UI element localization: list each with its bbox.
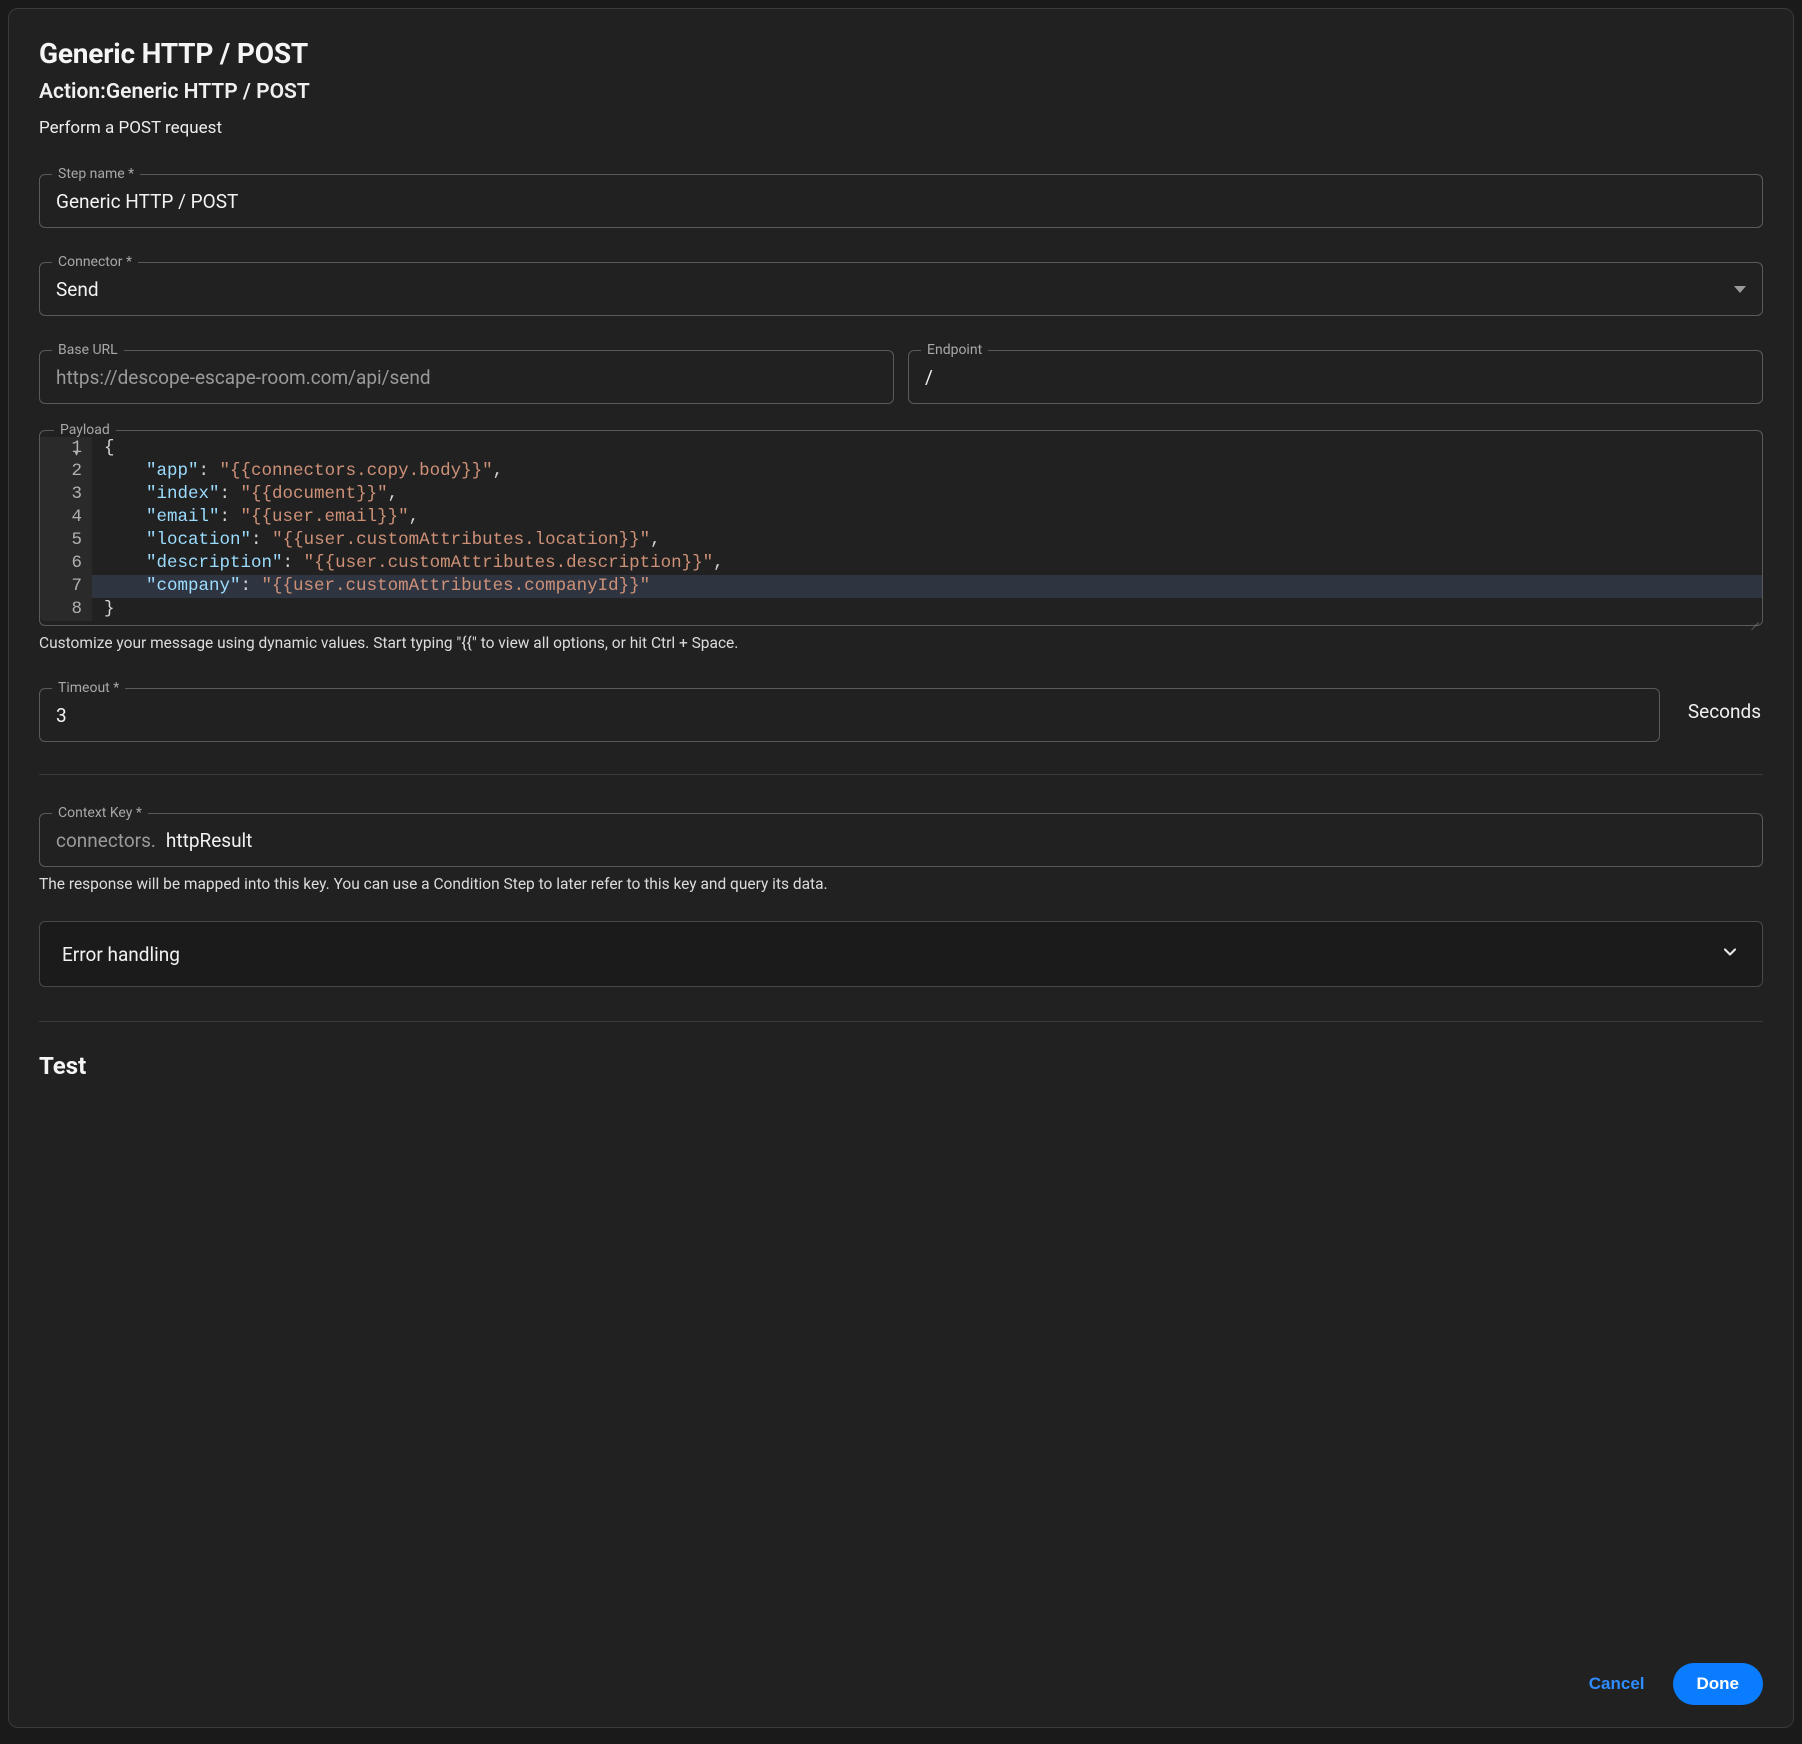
timeout-field: Timeout * bbox=[39, 680, 1660, 742]
dialog-title: Generic HTTP / POST bbox=[39, 37, 1763, 70]
code-line[interactable]: } bbox=[104, 598, 1756, 621]
dialog-description: Perform a POST request bbox=[39, 118, 1763, 138]
timeout-label: Timeout * bbox=[52, 680, 125, 696]
payload-gutter: ▾ 12345678 bbox=[40, 437, 92, 621]
code-line[interactable]: "index": "{{document}}", bbox=[104, 483, 1756, 506]
code-line[interactable]: "company": "{{user.customAttributes.comp… bbox=[104, 575, 1756, 598]
payload-editor[interactable]: ▾ 12345678 { "app": "{{connectors.copy.b… bbox=[40, 431, 1762, 625]
payload-helper: Customize your message using dynamic val… bbox=[39, 634, 1763, 652]
base-url-label: Base URL bbox=[52, 342, 124, 358]
step-name-field: Step name * bbox=[39, 166, 1763, 228]
step-name-input[interactable] bbox=[40, 182, 1762, 227]
divider bbox=[39, 1021, 1763, 1022]
error-handling-accordion[interactable]: Error handling bbox=[39, 921, 1763, 987]
dialog-footer: Cancel Done bbox=[39, 1639, 1763, 1705]
subtitle-prefix: Action: bbox=[39, 80, 106, 104]
code-line[interactable]: { bbox=[104, 437, 1756, 460]
endpoint-label: Endpoint bbox=[921, 342, 988, 358]
connector-field: Connector * Send bbox=[39, 254, 1763, 316]
endpoint-input[interactable] bbox=[909, 358, 1762, 403]
payload-field: Payload ▾ 12345678 { "app": "{{connector… bbox=[39, 430, 1763, 626]
done-button[interactable]: Done bbox=[1673, 1663, 1764, 1705]
context-key-helper: The response will be mapped into this ke… bbox=[39, 875, 1763, 893]
payload-body[interactable]: { "app": "{{connectors.copy.body}}", "in… bbox=[92, 437, 1762, 621]
timeout-unit: Seconds bbox=[1688, 700, 1763, 723]
fold-caret-icon[interactable]: ▾ bbox=[74, 443, 79, 466]
code-line[interactable]: "description": "{{user.customAttributes.… bbox=[104, 552, 1756, 575]
base-url-input bbox=[40, 358, 893, 403]
test-section-title: Test bbox=[39, 1052, 1763, 1080]
connector-value: Send bbox=[56, 278, 99, 301]
endpoint-field: Endpoint bbox=[908, 342, 1763, 404]
code-line[interactable]: "email": "{{user.email}}", bbox=[104, 506, 1756, 529]
base-url-field: Base URL bbox=[39, 342, 894, 404]
timeout-input[interactable] bbox=[40, 696, 1659, 741]
context-key-prefix: connectors. bbox=[56, 829, 156, 852]
divider bbox=[39, 774, 1763, 775]
code-line[interactable]: "app": "{{connectors.copy.body}}", bbox=[104, 460, 1756, 483]
chevron-down-icon bbox=[1720, 942, 1740, 966]
cancel-button[interactable]: Cancel bbox=[1589, 1674, 1645, 1694]
connector-label: Connector * bbox=[52, 254, 138, 270]
connector-select[interactable]: Send bbox=[40, 270, 1762, 315]
context-key-field: Context Key * connectors. bbox=[39, 805, 1763, 867]
payload-label: Payload bbox=[54, 422, 116, 438]
error-handling-label: Error handling bbox=[62, 943, 180, 966]
resize-handle-icon[interactable] bbox=[1747, 611, 1759, 623]
step-name-label: Step name * bbox=[52, 166, 140, 182]
http-post-config-dialog: Generic HTTP / POST Action:Generic HTTP … bbox=[8, 8, 1794, 1728]
dialog-subtitle: Action:Generic HTTP / POST bbox=[39, 80, 1763, 104]
chevron-down-icon bbox=[1734, 286, 1746, 293]
context-key-input[interactable] bbox=[166, 829, 1746, 852]
context-key-label: Context Key * bbox=[52, 805, 148, 821]
subtitle-action: Generic HTTP / POST bbox=[106, 80, 310, 104]
code-line[interactable]: "location": "{{user.customAttributes.loc… bbox=[104, 529, 1756, 552]
